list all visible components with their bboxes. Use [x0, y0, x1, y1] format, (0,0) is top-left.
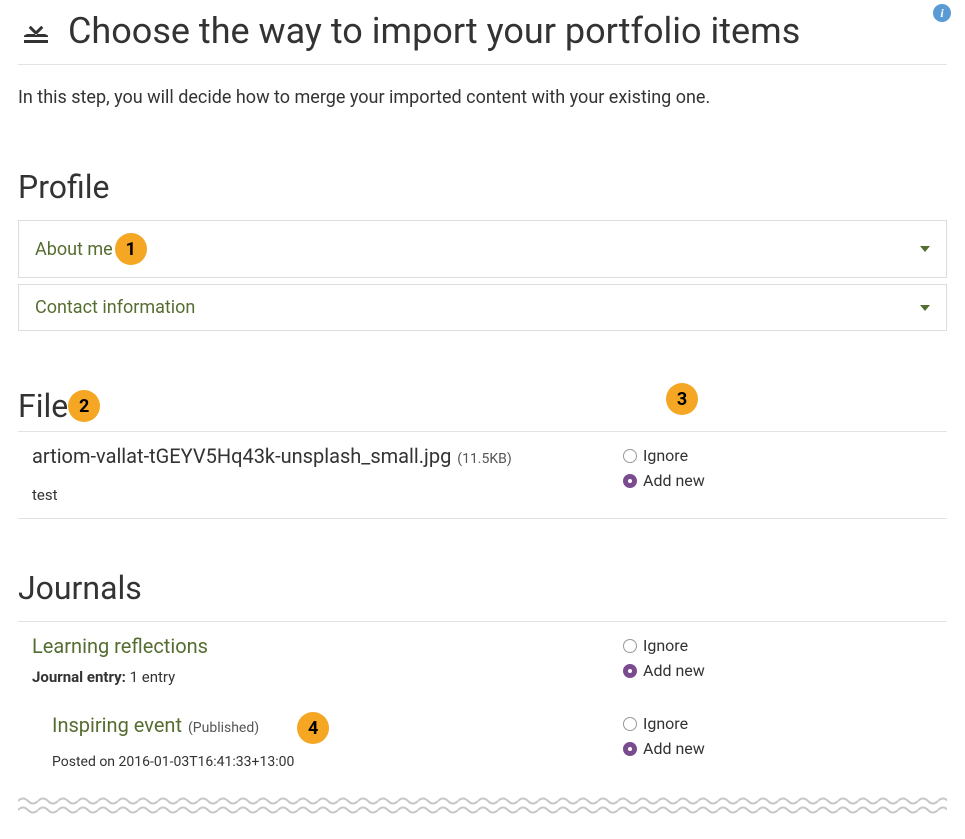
accordion-label: About me [35, 239, 113, 260]
radio-label: Add new [643, 739, 705, 758]
profile-section: Profile About me 1 Contact information [18, 168, 947, 331]
callout-1: 1 [115, 233, 147, 265]
radio-label: Add new [643, 661, 705, 680]
file-description: test [32, 486, 613, 504]
page-header: Choose the way to import your portfolio … [18, 10, 947, 65]
radio-label: Add new [643, 471, 705, 490]
journal-entry-status: (Published) [188, 720, 259, 736]
radio-ignore[interactable]: Ignore [623, 636, 933, 655]
download-icon [18, 13, 54, 49]
profile-heading: Profile [18, 168, 947, 206]
accordion-contact-info[interactable]: Contact information [18, 284, 947, 331]
radio-icon [623, 664, 637, 678]
journal-entry-posted: Posted on 2016-01-03T16:41:33+13:00 [52, 754, 613, 770]
radio-icon [623, 474, 637, 488]
radio-add-new[interactable]: Add new [623, 661, 933, 680]
info-icon[interactable]: i [933, 4, 951, 22]
chevron-down-icon [920, 246, 930, 252]
journal-row: Learning reflections Journal entry: 1 en… [18, 622, 947, 700]
file-heading: File [18, 387, 68, 425]
radio-add-new[interactable]: Add new [623, 739, 933, 758]
radio-icon [623, 639, 637, 653]
file-radio-group: Ignore Add new [623, 444, 933, 490]
radio-label: Ignore [643, 714, 688, 733]
accordion-about-me[interactable]: About me 1 [18, 220, 947, 278]
radio-ignore[interactable]: Ignore [623, 446, 933, 465]
journal-entry-count: Journal entry: 1 entry [32, 668, 613, 686]
file-size: (11.5KB) [457, 451, 511, 467]
file-item-row: artiom-vallat-tGEYV5Hq43k-unsplash_small… [18, 432, 947, 519]
file-section: File 2 3 artiom-vallat-tGEYV5Hq43k-unspl… [18, 387, 947, 519]
journal-radio-group: Ignore Add new [623, 634, 933, 680]
radio-add-new[interactable]: Add new [623, 471, 933, 490]
accordion-label: Contact information [35, 297, 195, 318]
callout-2: 2 [68, 390, 100, 422]
file-name: artiom-vallat-tGEYV5Hq43k-unsplash_small… [32, 444, 451, 468]
radio-label: Ignore [643, 636, 688, 655]
chevron-down-icon [920, 305, 930, 311]
callout-3: 3 [666, 383, 698, 415]
entry-radio-group: Ignore Add new [623, 712, 933, 758]
intro-text: In this step, you will decide how to mer… [18, 87, 947, 108]
page-title: Choose the way to import your portfolio … [68, 10, 800, 52]
journal-title[interactable]: Learning reflections [32, 634, 613, 658]
radio-icon [623, 717, 637, 731]
journals-section: Journals Learning reflections Journal en… [18, 569, 947, 784]
torn-edge-decoration [18, 796, 947, 815]
journal-entry-row: Inspiring event (Published) 4 Posted on … [18, 700, 947, 784]
journal-entry-title[interactable]: Inspiring event [52, 713, 182, 737]
callout-4: 4 [297, 712, 329, 744]
radio-icon [623, 742, 637, 756]
radio-icon [623, 449, 637, 463]
radio-ignore[interactable]: Ignore [623, 714, 933, 733]
radio-label: Ignore [643, 446, 688, 465]
journals-heading: Journals [18, 569, 947, 607]
